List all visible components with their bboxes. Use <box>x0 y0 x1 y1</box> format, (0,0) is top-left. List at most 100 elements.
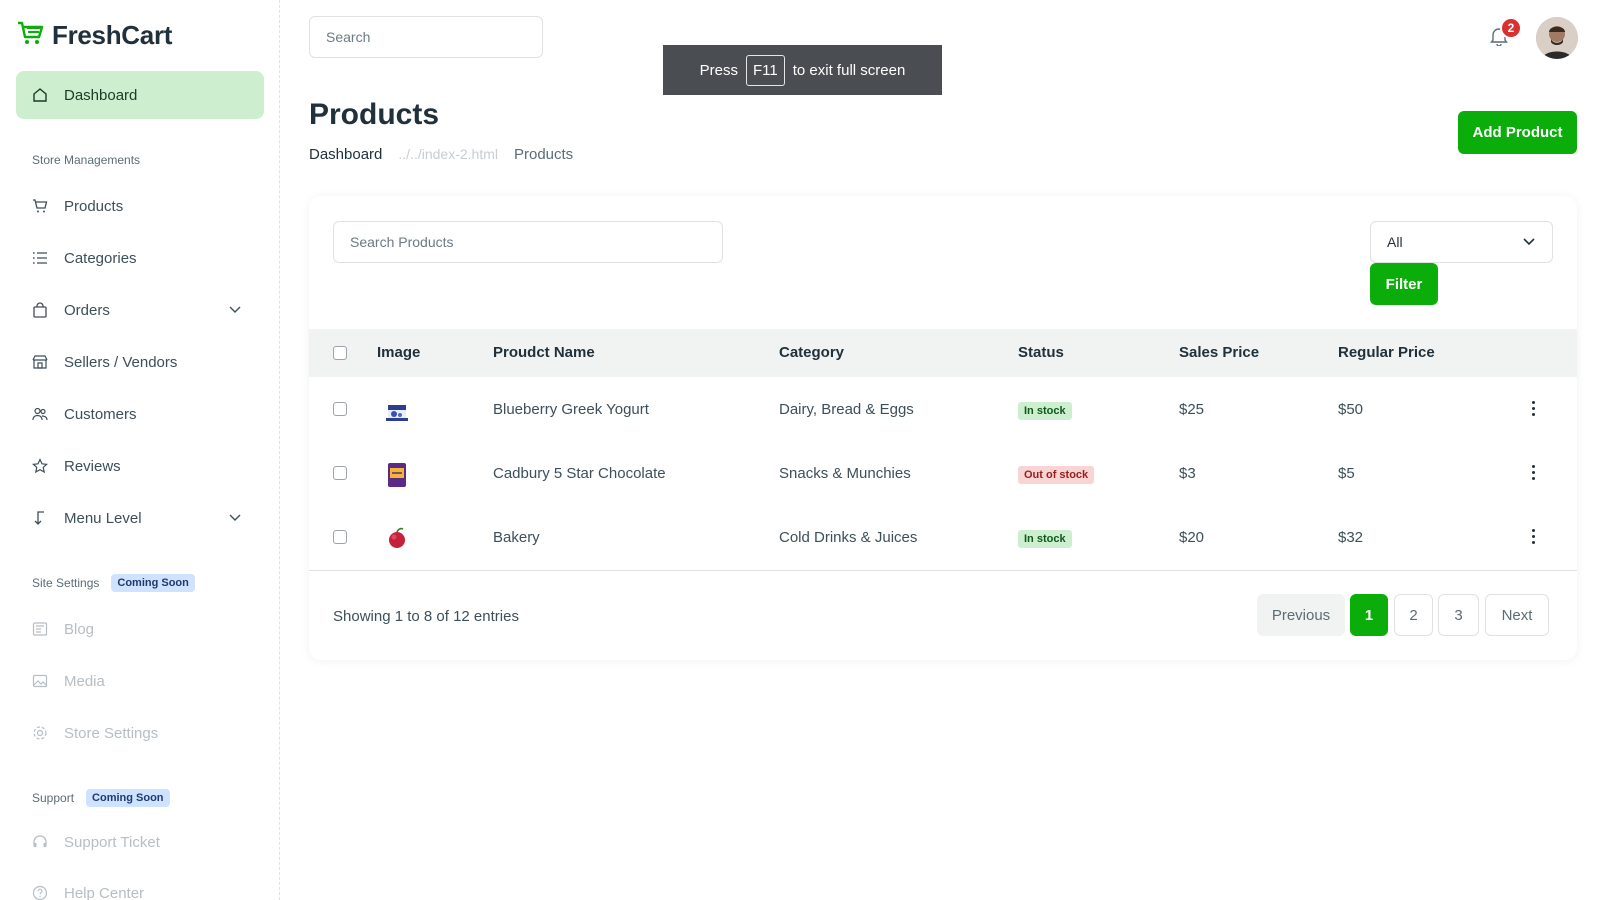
chevron-down-icon <box>1522 234 1536 251</box>
fullscreen-key: F11 <box>746 54 785 86</box>
sidebar-item-label: Customers <box>64 405 137 423</box>
list-icon <box>32 250 48 266</box>
chevron-down-icon <box>228 302 242 320</box>
column-header-status[interactable]: Status <box>1018 344 1064 361</box>
blog-icon <box>32 621 48 637</box>
more-options-icon[interactable] <box>1525 397 1541 419</box>
fullscreen-suffix-text: to exit full screen <box>792 61 906 79</box>
breadcrumb-link[interactable]: ../../index-2.html <box>398 146 498 163</box>
coming-soon-badge: Coming Soon <box>86 789 170 807</box>
section-label: Support <box>32 791 75 805</box>
people-icon <box>32 406 48 422</box>
chevron-down-icon <box>228 510 242 528</box>
pagination-page-1[interactable]: 1 <box>1350 594 1388 636</box>
sales-price: $25 <box>1179 401 1205 418</box>
column-header-regular-price[interactable]: Regular Price <box>1338 344 1435 361</box>
fullscreen-notice: Press F11 to exit full screen <box>663 45 942 95</box>
brand-name: FreshCart <box>52 20 173 50</box>
pagination-previous-button[interactable]: Previous <box>1257 594 1345 636</box>
column-header-image: Image <box>377 344 421 361</box>
breadcrumb-dashboard[interactable]: Dashboard <box>309 146 382 163</box>
select-all-checkbox[interactable] <box>333 346 347 360</box>
regular-price: $32 <box>1338 529 1364 546</box>
table-row[interactable]: Cadbury 5 Star Chocolate Snacks & Munchi… <box>309 441 1577 505</box>
section-label: Site Settings <box>32 576 100 590</box>
section-label: Store Managements <box>32 153 141 167</box>
sidebar-item-support-ticket[interactable]: Support Ticket <box>16 818 264 866</box>
status-badge: In stock <box>1018 530 1072 548</box>
sidebar-item-customers[interactable]: Customers <box>16 390 264 438</box>
sidebar-item-orders[interactable]: Orders <box>16 286 264 334</box>
sidebar-item-label: Orders <box>64 301 110 319</box>
sales-price: $20 <box>1179 529 1205 546</box>
product-name[interactable]: Bakery <box>493 529 540 546</box>
column-header-sales-price[interactable]: Sales Price <box>1179 344 1259 361</box>
table-divider <box>309 570 1577 571</box>
more-options-icon[interactable] <box>1525 461 1541 483</box>
sidebar: FreshCart Dashboard Store Managements Pr… <box>0 0 280 900</box>
status-select[interactable]: All <box>1370 221 1553 263</box>
sidebar-item-label: Media <box>64 672 105 690</box>
sales-price: $3 <box>1179 465 1196 482</box>
headset-icon <box>32 834 48 850</box>
image-icon <box>32 673 48 689</box>
column-header-category[interactable]: Category <box>779 344 844 361</box>
shop-icon <box>32 354 48 370</box>
row-checkbox[interactable] <box>333 466 347 480</box>
product-category: Snacks & Munchies <box>779 465 911 482</box>
sidebar-item-help-center[interactable]: Help Center <box>16 869 264 900</box>
section-store-managements: Store Managements <box>32 153 140 167</box>
sidebar-item-label: Reviews <box>64 457 121 475</box>
sidebar-item-media[interactable]: Media <box>16 657 264 705</box>
product-category: Cold Drinks & Juices <box>779 529 918 546</box>
avatar[interactable] <box>1536 17 1578 59</box>
add-product-button[interactable]: Add Product <box>1458 111 1577 154</box>
status-badge: Out of stock <box>1018 466 1095 484</box>
product-image-chocolate <box>382 459 412 489</box>
sidebar-item-dashboard[interactable]: Dashboard <box>16 71 264 119</box>
global-search-input[interactable] <box>309 16 543 58</box>
table-row[interactable]: Blueberry Greek Yogurt Dairy, Bread & Eg… <box>309 377 1577 441</box>
help-icon <box>32 885 48 900</box>
sidebar-item-label: Sellers / Vendors <box>64 353 178 371</box>
sidebar-item-label: Help Center <box>64 884 145 900</box>
table-header: Image Proudct Name Category Status Sales… <box>309 329 1577 377</box>
sidebar-item-products[interactable]: Products <box>16 182 264 230</box>
cart-logo-icon <box>16 20 46 51</box>
pagination-page-2[interactable]: 2 <box>1394 594 1433 636</box>
sidebar-item-label: Dashboard <box>64 86 138 104</box>
product-image-bakery <box>382 523 412 553</box>
cart-icon <box>32 198 48 214</box>
sidebar-item-sellers[interactable]: Sellers / Vendors <box>16 338 264 386</box>
brand-logo[interactable]: FreshCart <box>16 20 172 51</box>
table-row[interactable]: Bakery Cold Drinks & Juices In stock $20… <box>309 505 1577 569</box>
search-products-input[interactable] <box>333 221 723 263</box>
pagination-next-button[interactable]: Next <box>1485 594 1549 636</box>
row-checkbox[interactable] <box>333 402 347 416</box>
product-category: Dairy, Bread & Eggs <box>779 401 914 418</box>
sidebar-item-blog[interactable]: Blog <box>16 605 264 653</box>
sidebar-item-label: Support Ticket <box>64 833 160 851</box>
sidebar-item-menu-level[interactable]: Menu Level <box>16 494 264 542</box>
pagination-page-3[interactable]: 3 <box>1438 594 1479 636</box>
coming-soon-badge: Coming Soon <box>111 574 195 592</box>
sidebar-item-store-settings[interactable]: Store Settings <box>16 709 264 757</box>
products-card: All Filter Image Proudct Name Category S… <box>309 196 1577 660</box>
sidebar-item-reviews[interactable]: Reviews <box>16 442 264 490</box>
filter-button[interactable]: Filter <box>1370 263 1438 305</box>
sidebar-item-label: Store Settings <box>64 724 159 742</box>
product-name[interactable]: Blueberry Greek Yogurt <box>493 401 649 418</box>
notification-count-badge: 2 <box>1500 17 1522 39</box>
sidebar-item-categories[interactable]: Categories <box>16 234 264 282</box>
more-options-icon[interactable] <box>1525 525 1541 547</box>
home-icon <box>32 87 48 103</box>
star-icon <box>32 458 48 474</box>
section-site-settings: Site Settings Coming Soon <box>32 574 195 592</box>
regular-price: $5 <box>1338 465 1355 482</box>
column-header-name[interactable]: Proudct Name <box>493 344 595 361</box>
arrow-icon <box>32 510 48 526</box>
product-name[interactable]: Cadbury 5 Star Chocolate <box>493 465 666 482</box>
regular-price: $50 <box>1338 401 1364 418</box>
sidebar-item-label: Menu Level <box>64 509 142 527</box>
row-checkbox[interactable] <box>333 530 347 544</box>
